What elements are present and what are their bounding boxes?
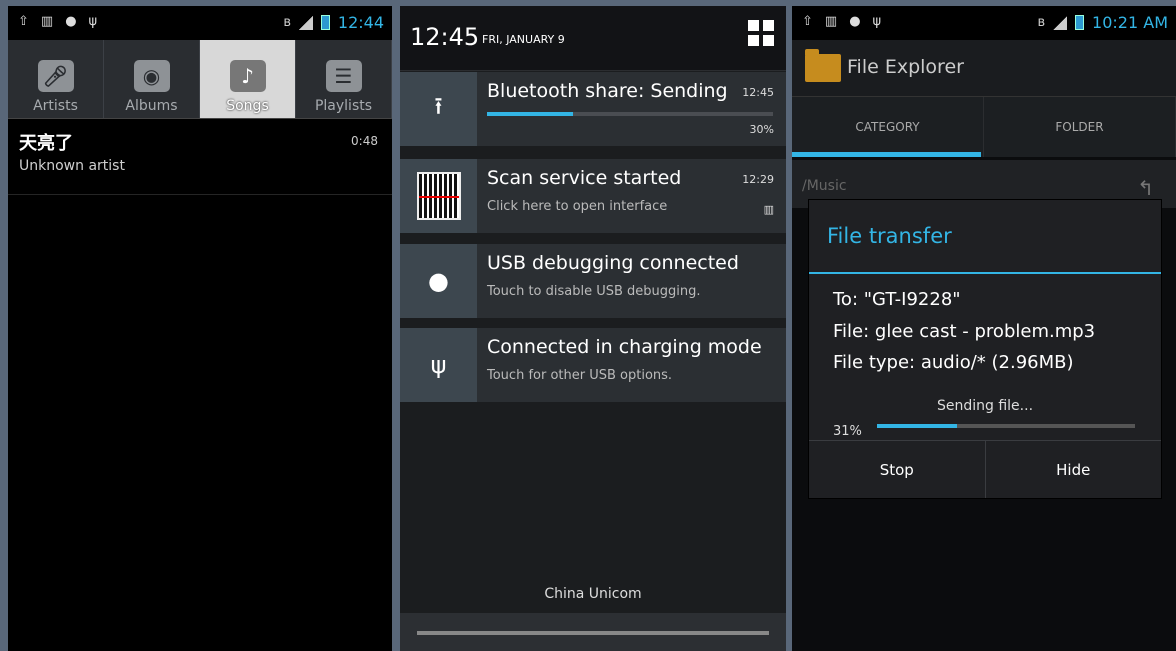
barcode-icon: ▥ [40, 14, 54, 29]
folder-icon [805, 49, 841, 82]
upload-icon: ⇧ [802, 14, 813, 29]
android-icon: ● [400, 244, 477, 318]
song-artist: Unknown artist [19, 158, 125, 174]
notification-title: Connected in charging mode [487, 336, 762, 358]
usb-icon: ψ [400, 328, 477, 402]
progress-percent: 30% [749, 123, 774, 136]
progress-bar [487, 112, 773, 116]
usb-icon: ψ [872, 14, 882, 29]
signal-icon [1053, 15, 1068, 30]
song-duration: 0:48 [351, 134, 378, 148]
notification-time: 12:29 [742, 173, 774, 186]
clock: 12:45 [410, 23, 480, 51]
notification-subtitle: Touch for other USB options. [487, 368, 673, 383]
dialog-buttons: Stop Hide [809, 440, 1161, 498]
progress-fill [877, 424, 957, 428]
upload-icon: ⭱ [400, 72, 477, 146]
up-level-icon[interactable]: ↰ [1137, 176, 1154, 200]
notification-scan-service[interactable]: Scan service started Click here to open … [400, 159, 786, 233]
drag-handle-line [417, 631, 769, 635]
active-tab-indicator [792, 152, 981, 157]
file-explorer-screen: ⇧ ▥ ● ψ ʙ 10:21 AM File Explorer CATEGOR… [792, 6, 1176, 651]
signal-icon [298, 15, 313, 30]
notification-usb-debugging[interactable]: ● USB debugging connected Touch to disab… [400, 244, 786, 318]
barcode-icon [416, 172, 461, 220]
status-bar: ⇧ ▥ ● ψ ʙ 12:44 [8, 6, 392, 40]
status-bar: ⇧ ▥ ● ψ ʙ 10:21 AM [792, 6, 1176, 40]
transfer-file-type: File type: audio/* (2.96MB) [833, 352, 1074, 373]
song-list-item[interactable]: 天亮了 Unknown artist 0:48 [8, 119, 392, 195]
shade-drag-handle[interactable] [400, 613, 786, 651]
usb-icon: ψ [88, 14, 98, 29]
app-title-bar: File Explorer [792, 40, 1176, 96]
tab-albums[interactable]: ◉ Albums [104, 40, 200, 118]
barcode-icon: ▥ [824, 14, 838, 29]
tab-artists[interactable]: 🎤︎ Artists [8, 40, 104, 118]
notification-shade: 12:45 FRI, JANUARY 9 ⭱ Bluetooth share: … [400, 6, 786, 651]
status-time: 10:21 AM [1092, 13, 1168, 32]
app-title: File Explorer [847, 56, 964, 78]
upload-icon: ⇧ [18, 14, 29, 29]
battery-icon [320, 15, 330, 30]
battery-icon [1075, 15, 1085, 30]
list-icon: ☰ [325, 60, 362, 92]
notification-usb-charging[interactable]: ψ Connected in charging mode Touch for o… [400, 328, 786, 402]
album-icon: ◉ [133, 60, 170, 92]
dialog-divider [809, 272, 1161, 274]
bluetooth-icon: ʙ [1037, 15, 1046, 30]
transfer-status: Sending file... [936, 398, 1034, 414]
notification-title: Bluetooth share: Sending [487, 80, 728, 102]
explorer-tabs: CATEGORY FOLDER [792, 96, 1176, 157]
tab-category[interactable]: CATEGORY [792, 97, 984, 157]
notification-subtitle: Touch to disable USB debugging. [487, 284, 701, 299]
notification-header: 12:45 FRI, JANUARY 9 [400, 6, 786, 71]
progress-fill [487, 112, 573, 116]
notification-title: Scan service started [487, 167, 682, 189]
tab-playlists[interactable]: ☰ Playlists [296, 40, 392, 118]
transfer-file-name: File: glee cast - problem.mp3 [833, 321, 1096, 342]
library-tabs: 🎤︎ Artists ◉ Albums ♪ Songs ☰ Playlists [8, 40, 392, 119]
microphone-icon: 🎤︎ [37, 60, 74, 92]
transfer-progress-bar [877, 424, 1135, 428]
quick-settings-icon[interactable] [748, 20, 774, 48]
carrier-label: China Unicom [544, 586, 642, 602]
notification-subtitle: Click here to open interface [487, 199, 668, 214]
date: FRI, JANUARY 9 [482, 33, 565, 46]
notification-title: USB debugging connected [487, 252, 739, 274]
file-transfer-dialog: File transfer To: "GT-I9228" File: glee … [808, 199, 1162, 499]
bluetooth-icon: ʙ [283, 15, 291, 30]
transfer-recipient: To: "GT-I9228" [833, 289, 961, 310]
android-icon: ● [65, 14, 77, 29]
hide-button[interactable]: Hide [984, 441, 1162, 498]
song-title: 天亮了 [19, 133, 73, 154]
dialog-title: File transfer [827, 224, 952, 248]
android-icon: ● [849, 14, 861, 29]
notification-bluetooth-share[interactable]: ⭱ Bluetooth share: Sending 12:45 30% [400, 72, 786, 146]
tab-folder[interactable]: FOLDER [984, 97, 1176, 157]
stop-button[interactable]: Stop [809, 441, 985, 498]
status-time: 12:44 [337, 13, 384, 32]
tab-songs[interactable]: ♪ Songs [200, 40, 296, 118]
current-path: /Music [802, 178, 847, 194]
music-app-screen: ⇧ ▥ ● ψ ʙ 12:44 🎤︎ Artists ◉ Albums ♪ So… [8, 6, 392, 651]
transfer-percent: 31% [833, 424, 862, 439]
music-note-icon: ♪ [229, 60, 266, 92]
barcode-icon: ▥ [763, 203, 774, 216]
notification-time: 12:45 [742, 86, 774, 99]
